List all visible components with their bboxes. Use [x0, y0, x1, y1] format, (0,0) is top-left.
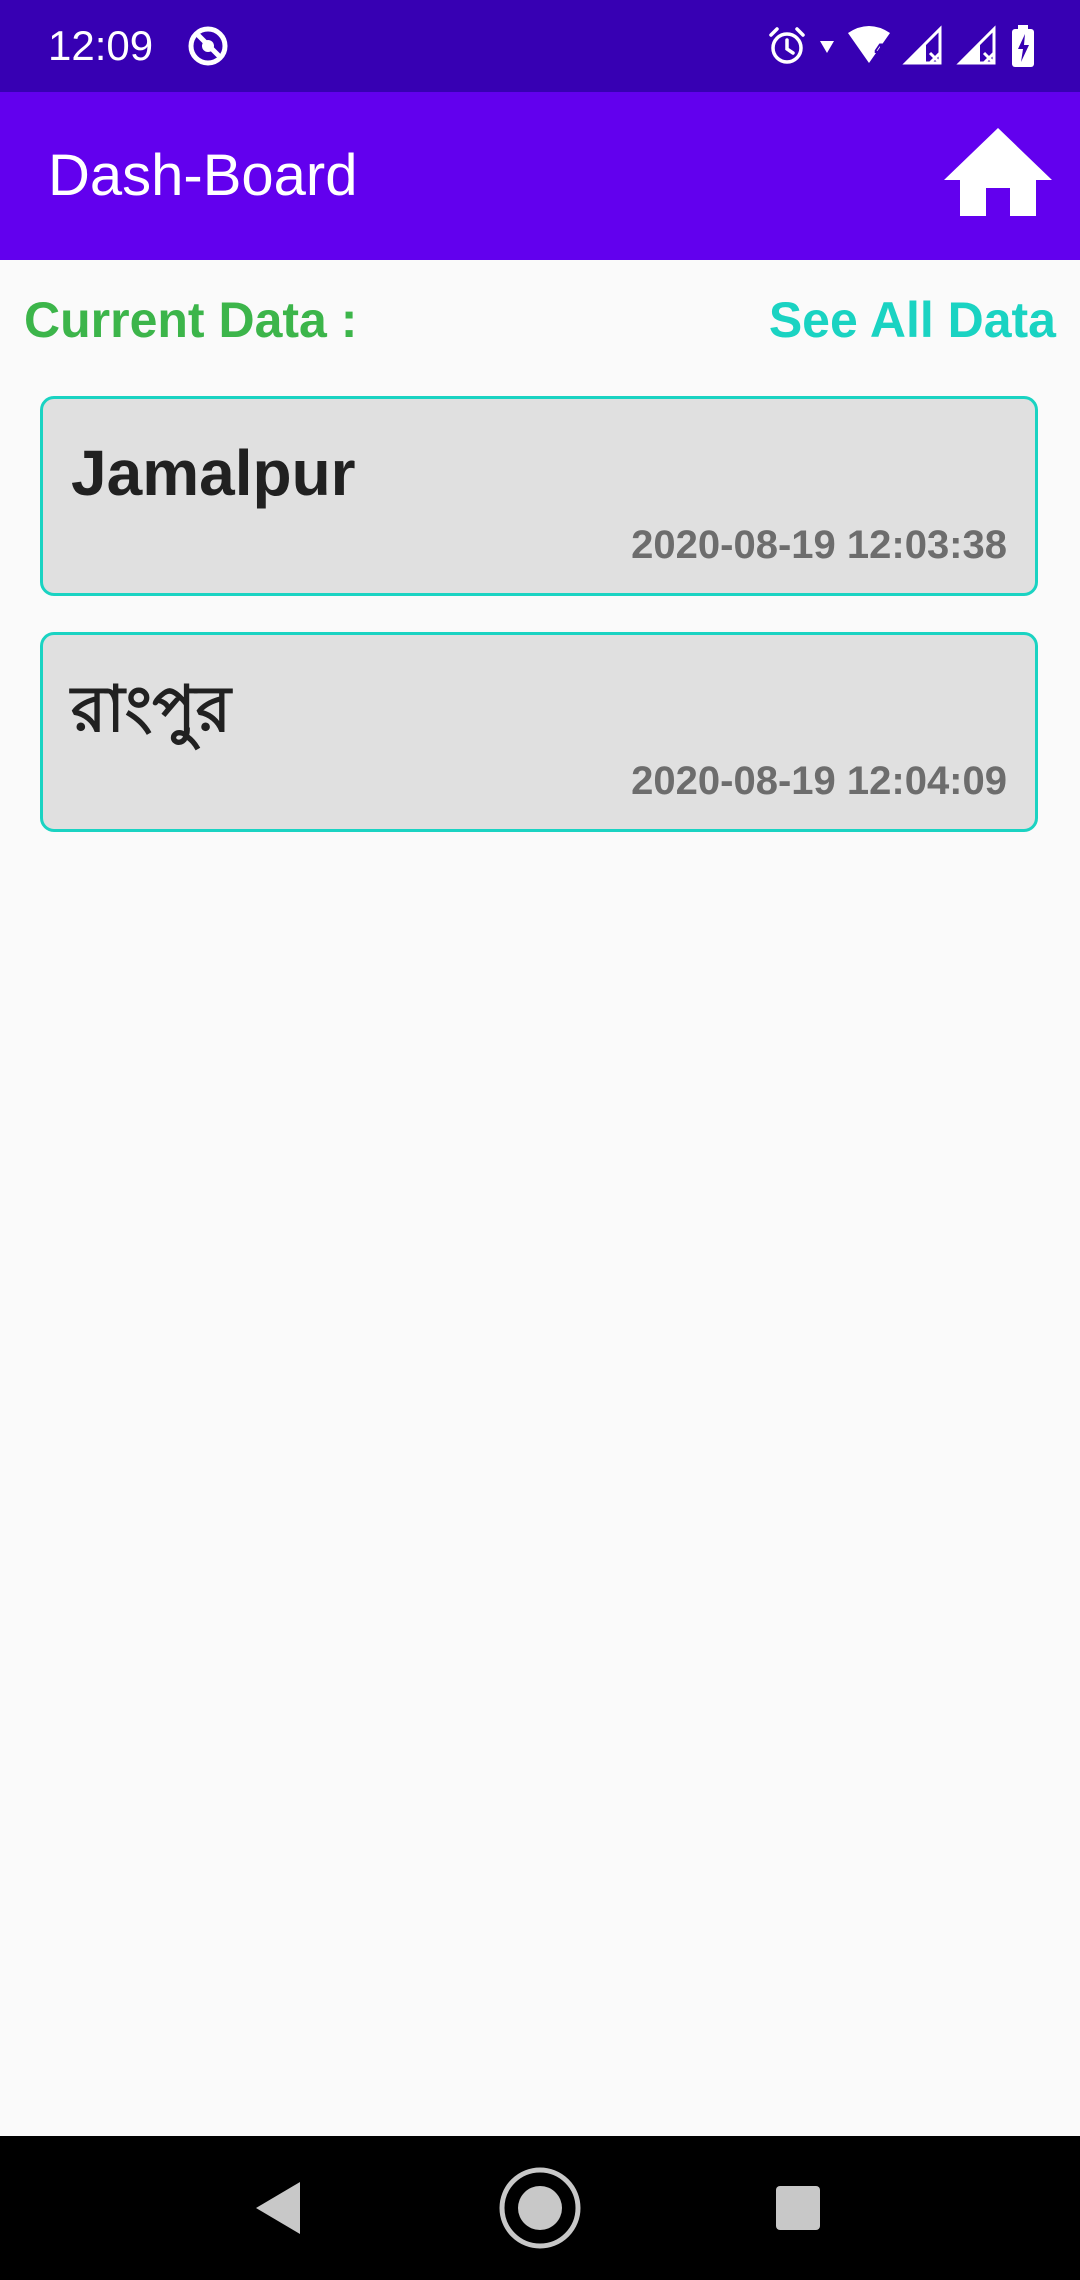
status-icons: 4 [766, 22, 1036, 70]
app-bar: Dash-Board [0, 92, 1080, 260]
current-data-label: Current Data : [24, 292, 358, 348]
wifi-icon: 4 [848, 26, 890, 63]
see-all-data-link[interactable]: See All Data [769, 290, 1056, 350]
navigation-bar [0, 2136, 1080, 2280]
card-timestamp: 2020-08-19 12:03:38 [631, 523, 1007, 567]
card-timestamp: 2020-08-19 12:04:09 [631, 759, 1007, 803]
sync-icon [188, 26, 228, 66]
status-time: 12:09 [48, 22, 154, 69]
data-arrow-icon [820, 41, 834, 53]
card-title: Jamalpur [71, 437, 356, 509]
status-bar: 12:09 4 [0, 0, 1080, 92]
back-icon[interactable] [236, 2164, 324, 2252]
home-icon[interactable] [940, 118, 1056, 234]
section-header: Current Data : See All Data [0, 260, 1080, 390]
card-title: রাংপুর [71, 673, 231, 745]
app-title: Dash-Board [48, 143, 358, 208]
data-card[interactable]: Jamalpur 2020-08-19 12:03:38 [40, 396, 1038, 596]
screen: 12:09 4 Dash-Board Current Data: See Al… [0, 0, 1080, 2280]
alarm-icon [769, 27, 805, 64]
svg-text:4: 4 [874, 40, 885, 59]
recents-icon[interactable] [754, 2164, 842, 2252]
home-circle-icon[interactable] [496, 2164, 584, 2252]
signal-icon-2 [956, 25, 996, 65]
signal-icon [902, 25, 942, 65]
battery-icon [1012, 25, 1034, 67]
data-card[interactable]: রাংপুর 2020-08-19 12:04:09 [40, 632, 1038, 832]
